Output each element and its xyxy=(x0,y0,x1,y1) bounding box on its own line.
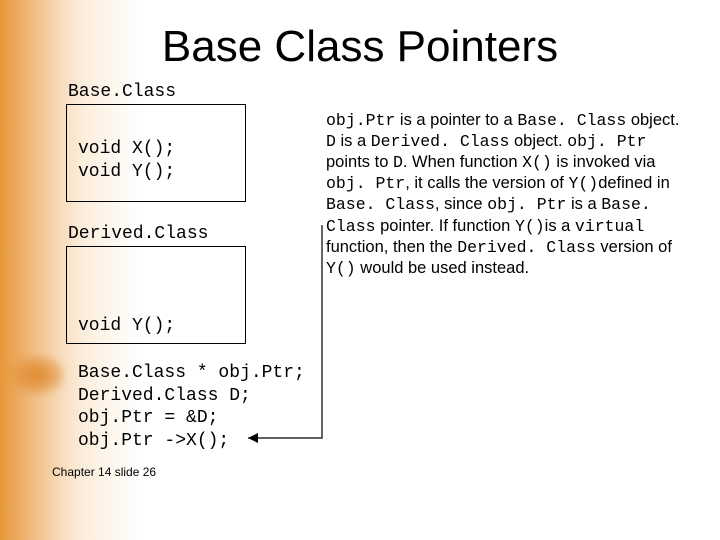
text: defined in xyxy=(598,174,670,192)
explanation-paragraph: obj.Ptr is a pointer to a Base. Class ob… xyxy=(326,110,686,279)
text: virtual xyxy=(575,217,644,236)
text: is a pointer to a xyxy=(395,111,517,129)
code-line: Derived.Class D; xyxy=(78,385,305,408)
slide-footer: Chapter 14 slide 26 xyxy=(52,465,156,479)
text: Base. Class xyxy=(326,195,435,214)
text: Y() xyxy=(326,259,356,278)
text: object. xyxy=(509,132,567,150)
text: would be used instead. xyxy=(356,259,529,277)
text: D xyxy=(326,132,336,151)
code-block: Base.Class * obj.Ptr; Derived.Class D; o… xyxy=(78,362,305,452)
text: is a xyxy=(566,195,601,213)
text: D xyxy=(393,153,403,172)
box-baseclass-text: void X(); void Y(); xyxy=(78,138,175,183)
text: object. xyxy=(626,111,679,129)
page-title: Base Class Pointers xyxy=(0,22,720,72)
text: , since xyxy=(435,195,487,213)
text: obj. Ptr xyxy=(487,195,566,214)
text: . When function xyxy=(403,153,522,171)
text: points to xyxy=(326,153,393,171)
slide-content: Base Class Pointers Base.Class void X();… xyxy=(0,0,720,540)
text: function, then the xyxy=(326,238,457,256)
code-line: void X(); xyxy=(78,138,175,161)
label-baseclass: Base.Class xyxy=(68,82,176,102)
code-line: obj.Ptr ->X(); xyxy=(78,430,305,453)
code-line: void Y(); xyxy=(78,161,175,184)
text: is invoked via xyxy=(552,153,656,171)
text: X() xyxy=(522,153,552,172)
text: Y() xyxy=(515,217,545,236)
text: obj. Ptr xyxy=(567,132,646,151)
code-line: void Y(); xyxy=(78,315,175,338)
text: Derived. Class xyxy=(457,238,596,257)
text: , it calls the version of xyxy=(405,174,568,192)
text: pointer. If function xyxy=(376,217,515,235)
text: is a xyxy=(336,132,371,150)
text: version of xyxy=(596,238,672,256)
label-derivedclass: Derived.Class xyxy=(68,224,208,244)
text: Y() xyxy=(568,174,598,193)
box-derivedclass-text: void Y(); xyxy=(78,315,175,338)
text: obj. Ptr xyxy=(326,174,405,193)
text: Base. Class xyxy=(517,111,626,130)
code-line: Base.Class * obj.Ptr; xyxy=(78,362,305,385)
text: is a xyxy=(545,217,575,235)
text: obj.Ptr xyxy=(326,111,395,130)
code-line: obj.Ptr = &D; xyxy=(78,407,305,430)
text: Derived. Class xyxy=(371,132,510,151)
